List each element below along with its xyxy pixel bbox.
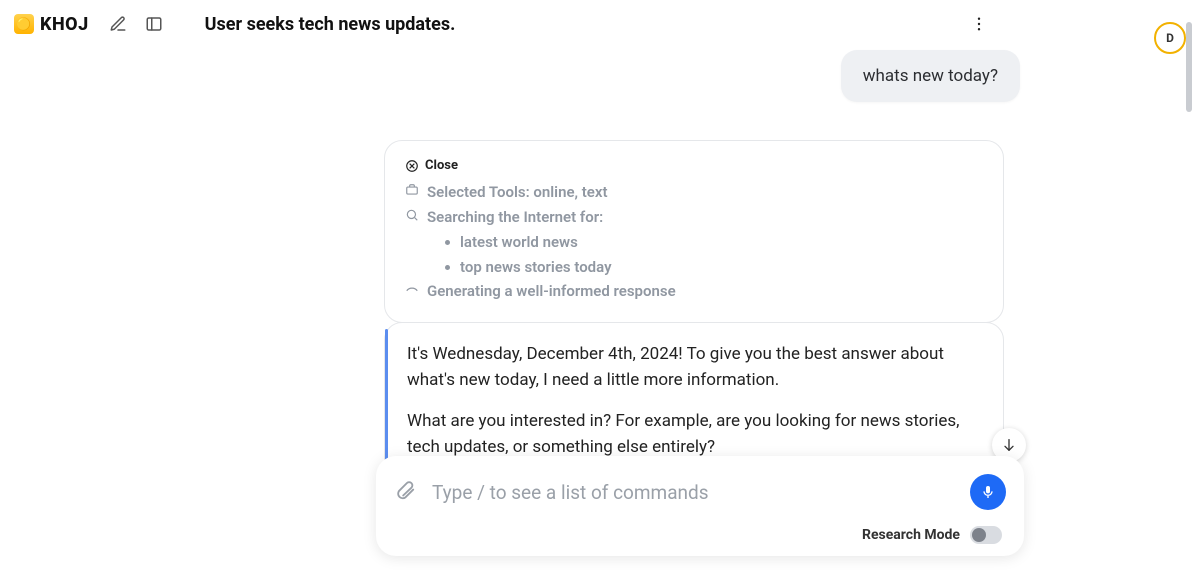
searching-label: Searching the Internet for:	[427, 205, 603, 230]
close-label: Close	[425, 155, 458, 176]
research-mode-row: Research Mode	[862, 526, 1002, 544]
bullet-icon	[445, 240, 450, 245]
close-button[interactable]: Close	[405, 155, 983, 176]
user-message-text: whats new today?	[863, 66, 998, 86]
selected-tools-row: Selected Tools: online, text	[405, 180, 983, 205]
message-input[interactable]: Type / to see a list of commands	[432, 481, 954, 504]
edit-icon[interactable]	[107, 13, 129, 35]
toggle-sidebar-icon[interactable]	[143, 13, 165, 35]
assistant-paragraph: What are you interested in? For example,…	[407, 408, 981, 461]
brand-name: KHOJ	[40, 14, 89, 35]
research-mode-toggle[interactable]	[970, 526, 1002, 544]
user-message-bubble: whats new today?	[841, 50, 1020, 102]
assistant-paragraph: It's Wednesday, December 4th, 2024! To g…	[407, 341, 981, 394]
thinking-panel: Close Selected Tools: online, text Searc…	[384, 140, 1004, 323]
header-icon-group	[107, 13, 165, 35]
generating-label: Generating a well-informed response	[427, 279, 676, 304]
chat-column: whats new today? Close Selected Tools: o…	[384, 30, 1024, 460]
searching-row: Searching the Internet for:	[405, 205, 983, 230]
mic-button[interactable]	[970, 474, 1006, 510]
scrollbar[interactable]	[1186, 22, 1192, 112]
attach-icon[interactable]	[394, 479, 416, 505]
generating-row: Generating a well-informed response	[405, 279, 983, 304]
search-term: top news stories today	[445, 255, 983, 280]
avatar[interactable]: D	[1154, 22, 1186, 54]
tools-label: Selected Tools: online, text	[427, 180, 608, 205]
composer: Type / to see a list of commands Researc…	[376, 456, 1024, 556]
search-term: latest world news	[445, 230, 983, 255]
search-terms: latest world news top news stories today	[445, 230, 983, 280]
bullet-icon	[445, 265, 450, 270]
khoj-logo-icon: 🟡	[14, 14, 34, 34]
research-mode-label: Research Mode	[862, 527, 960, 543]
avatar-initial: D	[1166, 31, 1174, 45]
app-root: 🟡 KHOJ User seeks tech news updates. D w…	[0, 0, 1200, 573]
brand-logo[interactable]: 🟡 KHOJ	[14, 14, 89, 35]
